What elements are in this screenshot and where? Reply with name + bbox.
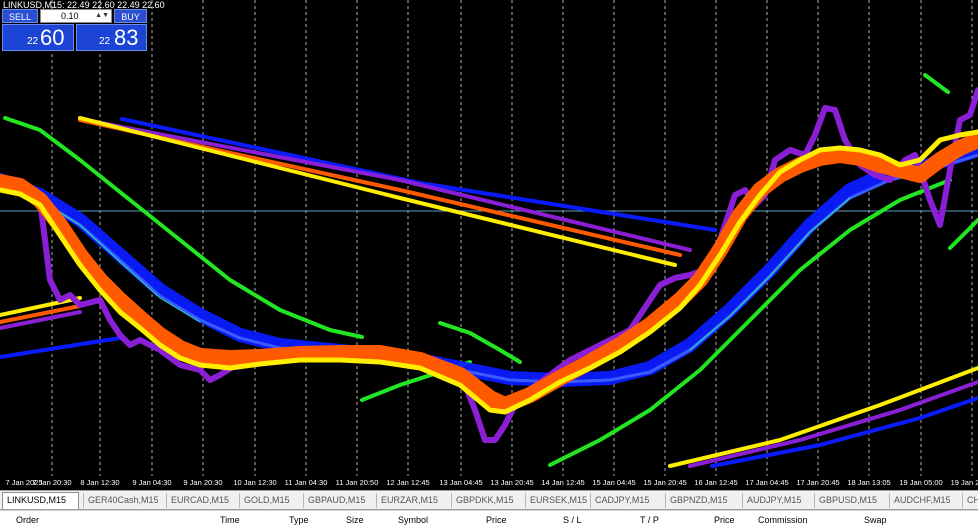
time-tick-label: 11 Jan 20:50 bbox=[335, 478, 379, 487]
chart-tabs: LINKUSD,M15 GER40Cash,M15 EURCAD,M15 GOLD,M… bbox=[0, 490, 978, 510]
chart-tab[interactable]: AUDJPY,M15 bbox=[742, 493, 811, 508]
time-tick-label: 19 Jan 2 bbox=[950, 478, 978, 487]
lot-size-input[interactable]: 0.10 ▲▼ bbox=[40, 9, 112, 23]
chart-tab[interactable]: CADJPY,M15 bbox=[590, 493, 662, 508]
time-tick-label: 13 Jan 20:45 bbox=[490, 478, 534, 487]
chart-tab[interactable]: GBPNZD,M15 bbox=[665, 493, 739, 508]
time-tick-label: 19 Jan 05:00 bbox=[899, 478, 943, 487]
yellow-trend-line bbox=[78, 116, 677, 267]
bid-price-pips: 60 bbox=[40, 25, 65, 50]
time-tick-label: 8 Jan 12:30 bbox=[80, 478, 120, 487]
chart-tab[interactable]: GBPDKK,M15 bbox=[451, 493, 522, 508]
blue-trend-line bbox=[0, 336, 122, 359]
chart-tab[interactable]: GBPAUD,M15 bbox=[303, 493, 373, 508]
bid-price-prefix: 22 bbox=[27, 36, 39, 47]
chart-tab[interactable]: CH bbox=[962, 493, 978, 508]
time-tick-label: 14 Jan 12:45 bbox=[541, 478, 585, 487]
terminal-header: Order Time Type Size Symbol Price S / L T / P Pr… bbox=[0, 510, 978, 528]
chart-tab[interactable]: AUDCHF,M15 bbox=[889, 493, 959, 508]
green-ma-line bbox=[548, 178, 952, 467]
terminal-column-header[interactable]: S / L bbox=[563, 515, 582, 525]
time-tick-label: 12 Jan 12:45 bbox=[386, 478, 430, 487]
sell-button[interactable]: SELL bbox=[2, 9, 38, 23]
green-ma-line bbox=[438, 321, 522, 364]
time-tick-label: 16 Jan 12:45 bbox=[694, 478, 738, 487]
chart-tab[interactable]: EURCAD,M15 bbox=[166, 493, 236, 508]
chart-canvas[interactable] bbox=[0, 0, 978, 476]
chart-tab[interactable]: GER40Cash,M15 bbox=[83, 493, 163, 508]
time-tick-label: 10 Jan 12:30 bbox=[233, 478, 277, 487]
ask-price-prefix: 22 bbox=[99, 36, 111, 47]
time-tick-label: 15 Jan 04:45 bbox=[592, 478, 636, 487]
terminal-column-header[interactable]: Price bbox=[714, 515, 735, 525]
time-tick-label: 18 Jan 13:05 bbox=[847, 478, 891, 487]
blue-trend-line bbox=[120, 117, 717, 232]
price-chart[interactable]: LINKUSD,M15: 22.49 22.60 22.49 22.60 SEL… bbox=[0, 0, 978, 476]
time-tick-label: 15 Jan 20:45 bbox=[643, 478, 687, 487]
terminal-column-header[interactable]: Time bbox=[220, 515, 240, 525]
terminal-column-header[interactable]: Order bbox=[16, 515, 39, 525]
chart-tab[interactable]: GOLD,M15 bbox=[239, 493, 300, 508]
time-tick-label: 9 Jan 04:30 bbox=[132, 478, 172, 487]
chart-tab[interactable]: EURSEK,M15 bbox=[525, 493, 587, 508]
spinner-icon[interactable]: ▲▼ bbox=[95, 10, 109, 22]
purple-trend-line bbox=[688, 380, 978, 468]
chart-tab[interactable]: GBPUSD,M15 bbox=[814, 493, 886, 508]
terminal-column-header[interactable]: T / P bbox=[640, 515, 659, 525]
time-tick-label: 17 Jan 20:45 bbox=[796, 478, 840, 487]
ask-price-pips: 83 bbox=[114, 25, 139, 50]
time-tick-label: 13 Jan 04:45 bbox=[439, 478, 483, 487]
blue-band-inner bbox=[0, 153, 978, 384]
time-axis: 7 Jan 2025 7 Jan 20:30 8 Jan 12:30 9 Jan 04… bbox=[0, 476, 978, 490]
one-click-trading-panel: SELL 0.10 ▲▼ BUY 22 60 22 83 bbox=[2, 9, 147, 51]
terminal-column-header[interactable]: Type bbox=[289, 515, 309, 525]
time-tick-label: 7 Jan 20:30 bbox=[32, 478, 72, 487]
ask-price-button[interactable]: 22 83 bbox=[76, 24, 147, 51]
buy-button[interactable]: BUY bbox=[114, 9, 147, 23]
lot-size-value: 0.10 bbox=[61, 11, 79, 21]
chart-tab[interactable]: LINKUSD,M15 bbox=[2, 492, 79, 509]
time-tick-label: 9 Jan 20:30 bbox=[183, 478, 223, 487]
terminal-column-header[interactable]: Price bbox=[486, 515, 507, 525]
time-tick-label: 17 Jan 04:45 bbox=[745, 478, 789, 487]
terminal-column-header[interactable]: Swap bbox=[864, 515, 887, 525]
mt4-window: LINKUSD,M15: 22.49 22.60 22.49 22.60 SEL… bbox=[0, 0, 978, 528]
green-ma-line bbox=[948, 218, 978, 250]
time-tick-label: 11 Jan 04:30 bbox=[284, 478, 328, 487]
green-ma-line bbox=[923, 73, 950, 94]
terminal-column-header[interactable]: Commission bbox=[758, 515, 808, 525]
terminal-column-header[interactable]: Size bbox=[346, 515, 364, 525]
chart-tab[interactable]: EURZAR,M15 bbox=[376, 493, 448, 508]
terminal-column-header[interactable]: Symbol bbox=[398, 515, 428, 525]
trade-panel-top-row: SELL 0.10 ▲▼ BUY bbox=[2, 9, 147, 23]
bid-price-button[interactable]: 22 60 bbox=[2, 24, 74, 51]
blue-trend-line bbox=[710, 396, 978, 468]
